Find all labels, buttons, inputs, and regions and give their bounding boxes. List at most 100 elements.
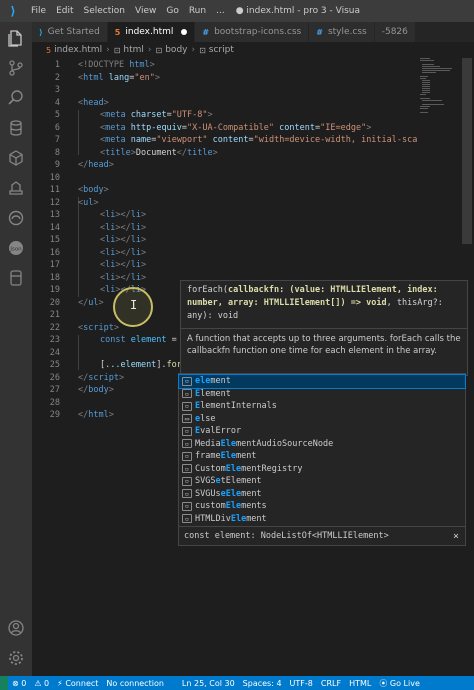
line-number: 6 [54,122,60,133]
menu-more[interactable]: ... [211,6,230,16]
editor-tabs: ⟩ Get Started 5 index.html # bootstrap-icon… [32,22,474,42]
cursor-position[interactable]: Ln 25, Col 30 [178,679,239,688]
suggestion-item[interactable]: ▫ SVGUseElement [179,488,465,501]
variable-icon: ▫ [182,514,192,524]
gear-icon[interactable] [6,648,26,668]
line-number: 9 [54,160,60,170]
close-icon[interactable]: × [453,531,459,542]
breadcrumb-item[interactable]: body [165,45,187,55]
code-line: <head> [78,97,109,108]
breadcrumb-item[interactable]: index.html [54,45,102,55]
connection-status[interactable]: No connection [102,679,168,688]
indent-guide [78,197,79,297]
html5-icon: 5 [46,45,52,55]
line-number: 4 [54,97,60,108]
element-icon: ⊡ [113,45,121,55]
signature-docs: A function that accepts up to three argu… [187,334,461,356]
database-icon[interactable] [6,118,26,138]
css-icon: # [202,27,210,37]
line-number: 24 [49,347,60,358]
menu-view[interactable]: View [130,6,161,16]
code-line: </html> [78,410,114,420]
line-number: 19 [49,285,60,295]
suggestion-item[interactable]: ▫ CustomElementRegistry [179,463,465,476]
menu-go[interactable]: Go [161,6,183,16]
breadcrumb-item[interactable]: html [123,45,144,55]
variable-icon: ▫ [182,489,192,499]
unsaved-dot-icon[interactable] [181,29,188,35]
line-number: 14 [49,222,60,233]
line-number: 28 [49,397,60,408]
storage-icon[interactable] [6,268,26,288]
breadcrumb: 5 index.html › ⊡ html › ⊡ body › ⊡ scrip… [32,42,474,58]
code-line: <li></li> [100,260,147,270]
vertical-scrollbar[interactable] [462,58,472,244]
line-number: 7 [54,135,60,145]
remote-explorer-icon[interactable] [6,178,26,198]
connect-button[interactable]: ⚡ Connect [53,679,102,688]
menu-selection[interactable]: Selection [79,6,130,16]
suggestion-item[interactable]: ▫ MediaElementAudioSourceNode [179,438,465,451]
encoding[interactable]: UTF-8 [286,679,317,688]
end-of-line[interactable]: CRLF [317,679,345,688]
suggestion-item[interactable]: ▫ SVGSetElement [179,475,465,488]
tab-style-css[interactable]: # style.css [309,22,375,42]
broadcast-icon: ⦿ [379,678,388,688]
remote-indicator[interactable] [0,676,8,690]
tab-get-started[interactable]: ⟩ Get Started [32,22,108,42]
line-number: 1 [54,60,60,70]
indent-guide [78,335,79,370]
breadcrumb-item[interactable]: script [209,45,234,55]
line-number: 17 [49,260,60,270]
line-number: 8 [54,147,60,158]
source-control-icon[interactable] [6,58,26,78]
warnings-count[interactable]: ⚠ 0 [30,679,53,688]
edge-icon[interactable] [6,208,26,228]
tab-bootstrap-icons-css[interactable]: # bootstrap-icons.css [195,22,310,42]
tab-index-html[interactable]: 5 index.html [107,22,196,42]
json-icon[interactable]: Json [6,238,26,258]
line-number: 10 [49,172,60,183]
indent-guide [78,110,79,155]
line-number: 21 [49,310,60,320]
parameter-hint: forEach(callbackfn: (value: HTMLLIElemen… [180,280,468,376]
status-bar: ⊗ 0 ⚠ 0 ⚡ Connect No connection Ln 25, C… [0,676,474,690]
account-icon[interactable] [6,618,26,638]
line-number: 22 [49,322,60,333]
suggestion-item[interactable]: ▭ else [179,413,465,426]
menu-edit[interactable]: Edit [51,6,78,16]
suggestion-item[interactable]: ▫ EvalError [179,425,465,438]
tab-overflow[interactable]: -5826 [374,22,416,42]
suggestion-item[interactable]: ▫ Element [179,388,465,401]
suggestion-item[interactable]: ▫ customElements [179,500,465,513]
variable-icon: ▫ [182,389,192,399]
suggestion-item[interactable]: ▫ element [178,374,466,389]
indentation[interactable]: Spaces: 4 [239,679,286,688]
code-line: <html lang="en"> [78,72,160,83]
code-line: <li></li> [100,272,147,283]
search-icon[interactable] [6,88,26,108]
code-line: <li></li> [100,222,147,233]
code-line: const element = d [100,335,187,345]
explorer-icon[interactable] [6,28,26,48]
code-line: <title>Document</title> [100,147,218,158]
suggestion-list: ▫ element ▫ Element ▫ ElementInternals ▭ els… [178,373,466,527]
suggestion-item[interactable]: ▫ HTMLDivElement [179,513,465,526]
keyword-icon: ▭ [182,414,192,424]
vscode-icon: ⟩ [39,27,43,37]
minimap[interactable] [420,56,456,146]
activity-bar: Json [0,22,32,676]
errors-count[interactable]: ⊗ 0 [8,679,30,688]
extensions-icon[interactable] [6,148,26,168]
suggestion-item[interactable]: ▫ ElementInternals [179,400,465,413]
suggestion-details: const element: NodeListOf<HTMLLIElement>… [178,526,466,546]
text-cursor-icon: I [130,298,138,312]
menu-file[interactable]: File [26,6,51,16]
signature: forEach(callbackfn: (value: HTMLLIElemen… [187,285,443,321]
line-number: 15 [49,235,60,245]
menu-run[interactable]: Run [184,6,211,16]
variable-icon: ▫ [182,439,192,449]
suggestion-item[interactable]: ▫ frameElement [179,450,465,463]
language-mode[interactable]: HTML [345,679,375,688]
golive-button[interactable]: ⦿ Go Live [375,678,424,689]
